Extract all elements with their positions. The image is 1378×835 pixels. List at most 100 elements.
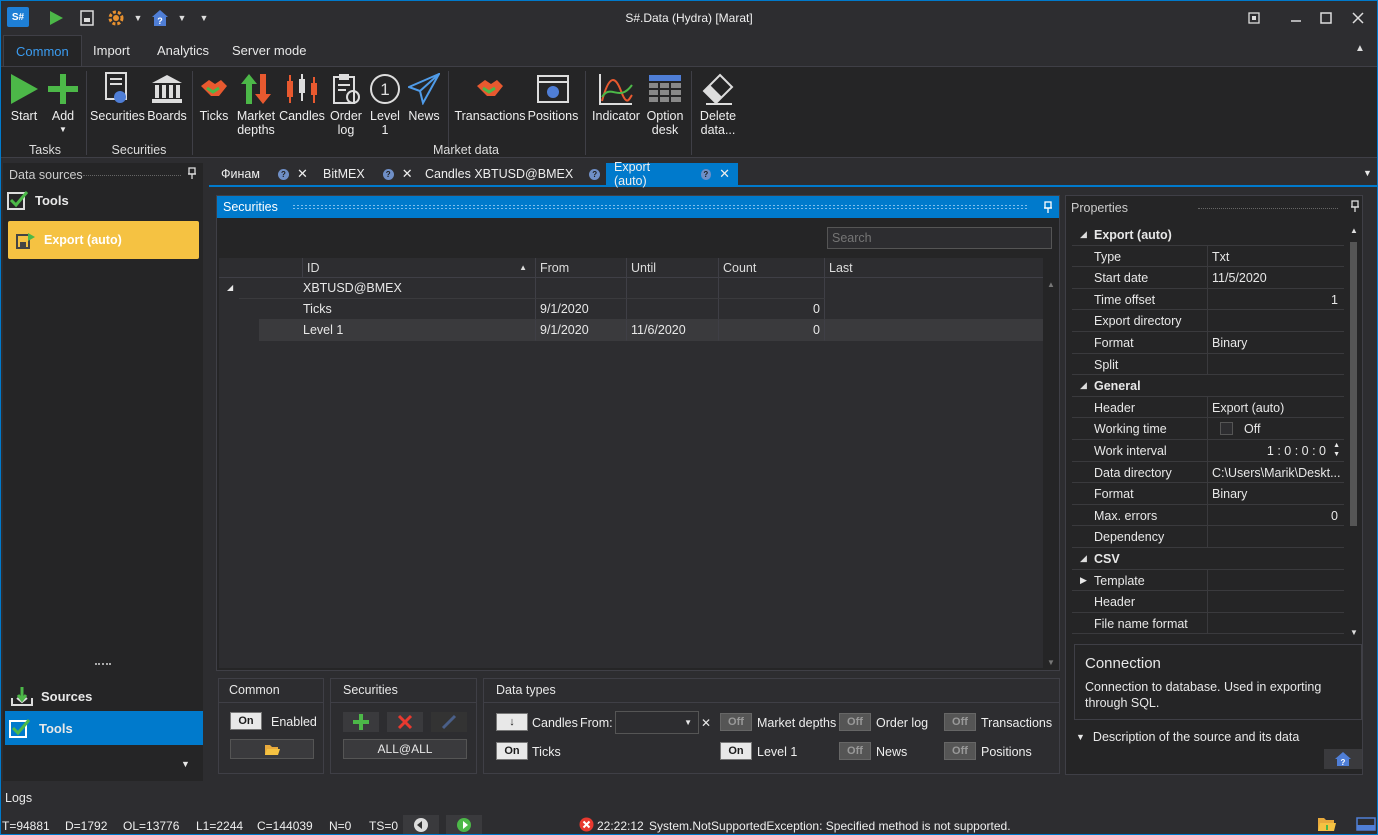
property-row[interactable]: Time offset 1 (1072, 288, 1344, 311)
status-back-button[interactable] (403, 815, 439, 834)
spinner-icon[interactable]: ▲ ▼ (1333, 441, 1340, 459)
property-value[interactable]: 0 (1331, 509, 1338, 523)
pin-icon[interactable] (1350, 200, 1360, 215)
nav-overflow-icon[interactable]: ▼ (181, 759, 190, 769)
collapse-ribbon-icon[interactable]: ▲ (1355, 43, 1365, 54)
level1-toggle[interactable]: On (720, 742, 752, 760)
market-depths-button[interactable]: Market depths (233, 71, 279, 141)
add-button[interactable]: Add ▼ (45, 71, 81, 141)
column-header-until[interactable]: Until (627, 258, 719, 278)
property-category[interactable]: ◢ General (1072, 375, 1344, 397)
clear-date-icon[interactable]: ✕ (701, 716, 711, 730)
tab-finam[interactable]: Финам? ✕ (213, 163, 316, 185)
order-log-button[interactable]: Order log (325, 71, 367, 141)
delete-data-button[interactable]: Delete data... (695, 71, 741, 141)
column-header-from[interactable]: From (536, 258, 627, 278)
scroll-up-icon[interactable]: ▲ (1350, 226, 1358, 235)
dropdown-icon[interactable]: ▼ (684, 718, 692, 727)
help-icon[interactable]: ? (700, 168, 712, 180)
tab-common[interactable]: Common (3, 35, 82, 67)
property-row[interactable]: Work interval 1 : 0 : 0 : 0 ▲ ▼ (1072, 440, 1344, 462)
property-row[interactable]: Working time Off (1072, 418, 1344, 440)
property-row[interactable]: Type Txt (1072, 245, 1344, 268)
edit-security-button[interactable] (431, 712, 467, 732)
property-row[interactable]: Max. errors 0 (1072, 504, 1344, 527)
open-folder-button[interactable] (230, 739, 314, 759)
collapse-category-icon[interactable]: ◢ (1080, 553, 1087, 564)
column-header-id[interactable]: ID ▲ (303, 258, 536, 278)
column-header-last[interactable]: Last (825, 258, 1043, 278)
collapse-category-icon[interactable]: ◢ (1080, 380, 1087, 391)
boards-button[interactable]: Boards (147, 71, 187, 141)
tab-import[interactable]: Import (81, 35, 142, 67)
option-desk-button[interactable]: Option desk (643, 71, 687, 141)
property-category[interactable]: ◢ Export (auto) (1072, 224, 1344, 246)
scroll-up-icon[interactable]: ▲ (1047, 280, 1055, 289)
candles-button[interactable]: Candles (279, 71, 325, 141)
help-icon[interactable]: ? (382, 168, 394, 180)
property-value[interactable]: 1 (1331, 293, 1338, 307)
property-row[interactable]: File name format (1072, 612, 1344, 635)
scroll-thumb[interactable] (1350, 242, 1357, 526)
property-row[interactable]: Format Binary (1072, 332, 1344, 354)
property-value[interactable]: Binary (1212, 336, 1247, 350)
tab-server-mode[interactable]: Server mode (220, 35, 318, 67)
positions-toggle[interactable]: Off (944, 742, 976, 760)
help-icon[interactable]: ? (589, 168, 601, 180)
pin-icon[interactable] (1043, 201, 1053, 213)
property-row[interactable]: Start date 11/5/2020 (1072, 267, 1344, 289)
close-tab-icon[interactable]: ✕ (402, 166, 413, 182)
property-scrollbar[interactable]: ▲ ▼ (1348, 224, 1360, 642)
help-button[interactable]: ? (1324, 749, 1362, 769)
add-security-button[interactable] (343, 712, 379, 732)
open-logs-folder-icon[interactable] (1317, 816, 1337, 834)
tab-analytics[interactable]: Analytics (145, 35, 221, 67)
export-auto-item[interactable]: Export (auto) (8, 221, 199, 259)
property-value[interactable]: 1 : 0 : 0 : 0 (1267, 444, 1326, 458)
tab-export-auto[interactable]: Export (auto)? ✕ (606, 160, 738, 188)
tab-candles-xbtusd[interactable]: Candles XBTUSD@BMEX?✕ (417, 163, 627, 185)
property-row[interactable]: Export directory (1072, 310, 1344, 332)
property-value[interactable]: Binary (1212, 487, 1247, 501)
property-value[interactable]: C:\Users\Marik\Deskt... (1212, 466, 1341, 480)
splitter-grip[interactable] (95, 663, 111, 665)
property-row[interactable]: Dependency (1072, 526, 1344, 548)
order-log-toggle[interactable]: Off (839, 713, 871, 731)
level1-button[interactable]: 1 Level 1 (367, 71, 403, 141)
ticks-toggle[interactable]: On (496, 742, 528, 760)
ticks-button[interactable]: Ticks (197, 71, 231, 141)
indicator-button[interactable]: Indicator (589, 71, 643, 141)
expand-property-icon[interactable]: ▶ (1080, 575, 1087, 586)
tools-section[interactable]: Tools (7, 190, 69, 210)
tabs-overflow-icon[interactable]: ▼ (1363, 168, 1372, 178)
toggle-logs-icon[interactable] (1356, 817, 1376, 834)
status-forward-button[interactable] (446, 815, 482, 834)
close-icon[interactable] (1345, 7, 1371, 29)
property-row[interactable]: Header Export (auto) (1072, 396, 1344, 419)
property-category[interactable]: ◢ CSV (1072, 548, 1344, 570)
logs-label[interactable]: Logs (5, 791, 32, 805)
candles-toggle[interactable]: ↓ (496, 713, 528, 731)
property-value[interactable]: 11/5/2020 (1212, 271, 1267, 285)
grid-scrollbar[interactable]: ▲ ▼ (1045, 280, 1057, 668)
enabled-toggle[interactable]: On (230, 712, 262, 730)
maximize-icon[interactable] (1313, 7, 1339, 29)
close-tab-icon[interactable]: ✕ (719, 166, 730, 182)
table-row[interactable]: Level 1 9/1/2020 11/6/2020 0 (259, 320, 1043, 341)
securities-button[interactable]: Securities (90, 71, 145, 141)
from-date-picker[interactable]: ▼ (615, 711, 699, 734)
property-value[interactable]: Txt (1212, 250, 1229, 264)
pin-icon[interactable] (187, 167, 197, 182)
tab-bitmex[interactable]: BitMEX? ✕ (315, 163, 421, 185)
group-row[interactable]: ◢ XBTUSD@BMEX (219, 278, 1043, 299)
scroll-down-icon[interactable]: ▼ (1350, 628, 1358, 637)
start-button[interactable]: Start (7, 71, 41, 141)
positions-button[interactable]: Positions (527, 71, 579, 141)
news-toggle[interactable]: Off (839, 742, 871, 760)
property-row[interactable]: Header (1072, 591, 1344, 613)
help-icon[interactable]: ? (277, 168, 289, 180)
transactions-toggle[interactable]: Off (944, 713, 976, 731)
search-input[interactable] (827, 227, 1052, 249)
transactions-button[interactable]: Transactions (453, 71, 527, 141)
property-row[interactable]: Data directory C:\Users\Marik\Deskt... (1072, 461, 1344, 484)
